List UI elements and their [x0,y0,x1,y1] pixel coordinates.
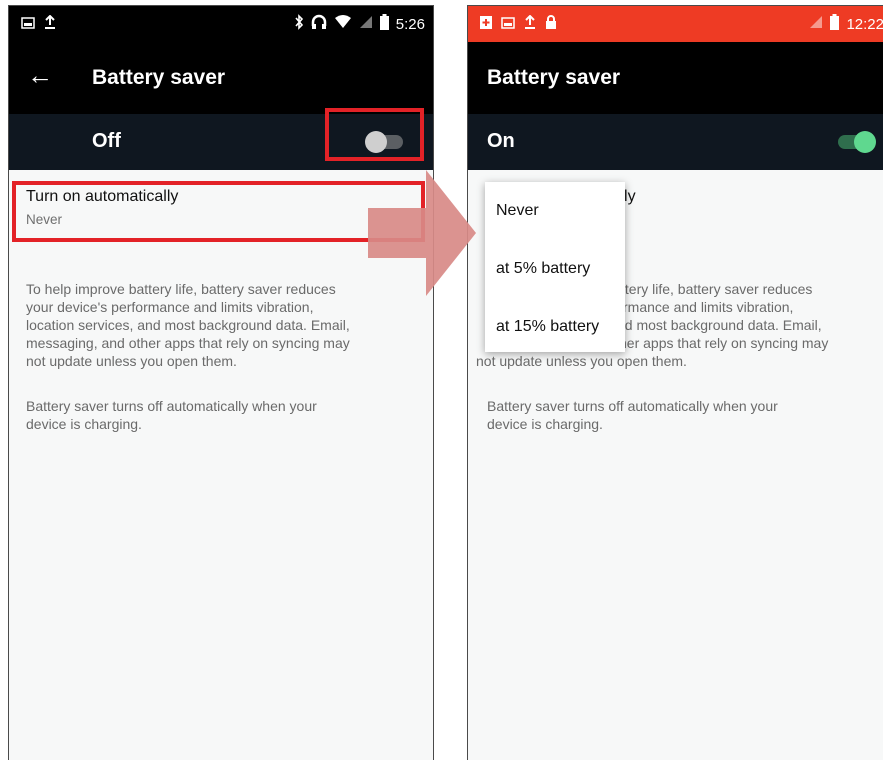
status-bar: 12:22 [468,6,883,42]
auto-on-dropdown-menu: Never at 5% battery at 15% battery [485,182,625,352]
page-title: Battery saver [92,66,226,89]
description-line: location services, and most background d… [26,317,350,333]
battery-alert-icon [480,15,492,33]
signal-icon [359,15,373,33]
charging-line: Battery saver turns off automatically wh… [26,398,317,414]
description-line: not update unless you open them. [476,353,687,369]
charging-line: Battery saver turns off automatically wh… [487,398,778,414]
gallery-icon [501,16,515,33]
upload-icon [44,14,56,33]
battery-saver-toggle-row[interactable]: On [468,114,883,170]
app-bar: ← Battery saver [9,42,433,114]
signal-icon [809,15,823,33]
headphones-icon [311,14,327,34]
back-arrow-icon[interactable]: ← [27,60,53,91]
charging-line: device is charging. [26,416,142,432]
bluetooth-icon [294,14,304,34]
app-bar: Battery saver [468,42,883,114]
description-line: ttery life, battery saver reduces [621,281,813,297]
wifi-icon [334,15,352,33]
charging-note-text: Battery saver turns off automatically wh… [26,397,421,433]
page-title: Battery saver [487,66,621,89]
description-line: messaging, and other apps that rely on s… [26,335,350,351]
description-line: To help improve battery life, battery sa… [26,281,336,297]
switch-highlight-box [325,108,424,161]
description-line: your device's performance and limits vib… [26,299,314,315]
description-text: To help improve battery life, battery sa… [26,280,421,370]
phone-screen-right: 12:22 Battery saver On ically ttery life… [467,5,883,760]
battery-saver-switch[interactable] [838,131,876,153]
status-time: 5:26 [395,15,425,33]
toggle-state-label: On [487,130,515,152]
setting-highlight-box [12,181,425,242]
description-line: her apps that rely on syncing may [619,335,829,351]
menu-item-5-percent[interactable]: at 5% battery [496,260,590,278]
description-line: not update unless you open them. [26,353,237,369]
menu-item-never[interactable]: Never [496,202,539,220]
battery-icon [830,14,840,34]
upload-icon [524,14,536,33]
description-line: nd most background data. Email, [617,317,822,333]
battery-icon [379,14,389,34]
lock-icon [545,15,557,33]
transition-arrow-icon [368,170,476,296]
menu-item-15-percent[interactable]: at 15% battery [496,318,599,336]
description-line: rmance and limits vibration, [623,299,794,315]
status-time: 12:22 [846,15,883,33]
charging-note-text: Battery saver turns off automatically wh… [487,397,882,433]
status-bar: 5:26 [9,6,433,42]
toggle-state-label: Off [92,130,121,152]
charging-line: device is charging. [487,416,603,432]
gallery-icon [21,16,35,33]
description-text-partial: ttery life, battery saver reduces rmance… [476,280,883,370]
